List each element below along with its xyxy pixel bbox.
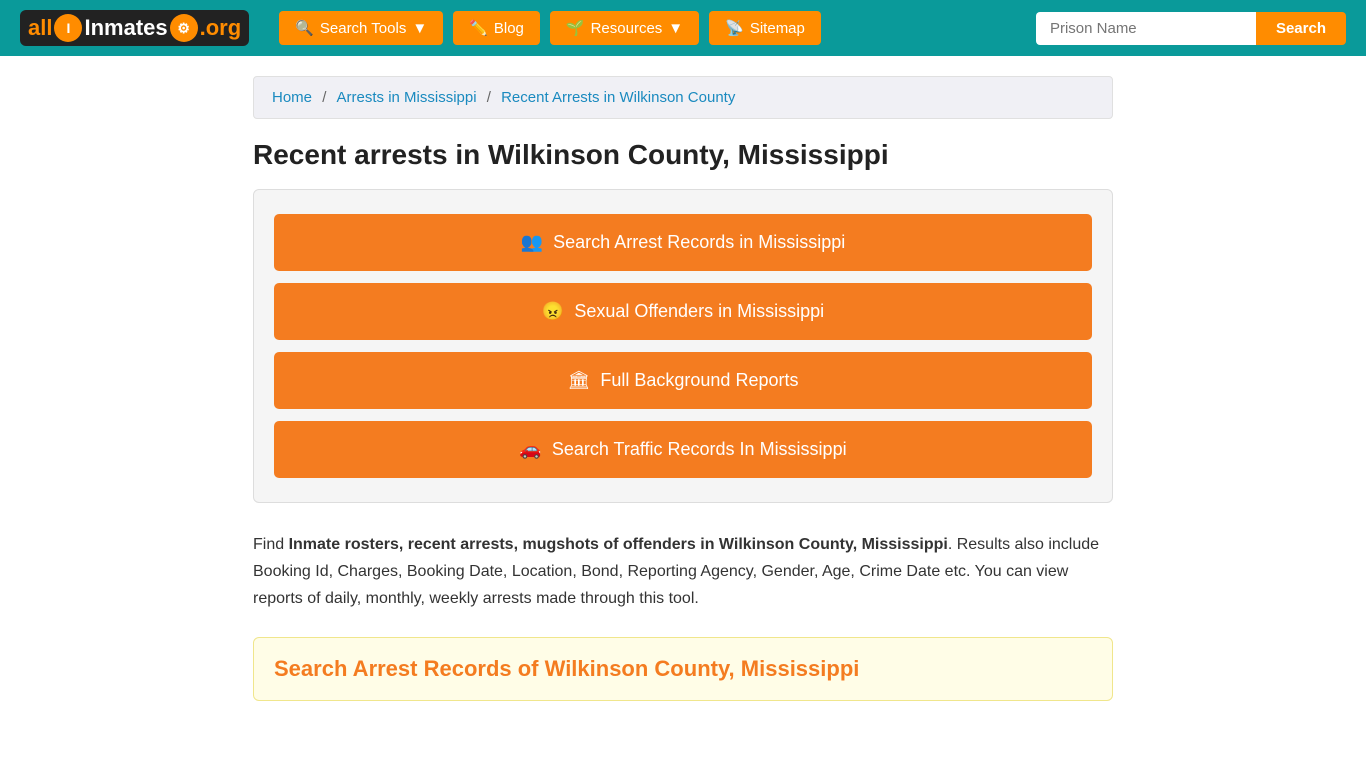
search-tools-icon: 🔍 — [295, 19, 314, 37]
sex-offenders-label: Sexual Offenders in Mississippi — [574, 301, 824, 322]
resources-dropdown-arrow-icon: ▼ — [668, 20, 683, 37]
background-reports-label: Full Background Reports — [600, 370, 798, 391]
background-reports-button[interactable]: 🏛 Full Background Reports — [274, 352, 1092, 409]
nav-blog[interactable]: ✏️ Blog — [453, 11, 540, 45]
logo-text-org: .org — [200, 15, 242, 41]
breadcrumb-arrests-ms[interactable]: Arrests in Mississippi — [337, 89, 477, 106]
sitemap-icon: 📡 — [725, 19, 744, 37]
logo[interactable]: all I Inmates ⚙ .org — [20, 10, 249, 46]
traffic-records-button[interactable]: 🚗 Search Traffic Records In Mississippi — [274, 421, 1092, 478]
prison-search-button[interactable]: Search — [1256, 12, 1346, 45]
breadcrumb-home[interactable]: Home — [272, 89, 312, 106]
resources-icon: 🌱 — [566, 19, 585, 37]
prison-search-input[interactable] — [1036, 12, 1256, 45]
sex-offenders-button[interactable]: 😠 Sexual Offenders in Mississippi — [274, 283, 1092, 340]
search-section-title: Search Arrest Records of Wilkinson Count… — [274, 656, 1092, 682]
traffic-records-label: Search Traffic Records In Mississippi — [552, 439, 847, 460]
logo-icon: I — [54, 14, 82, 42]
nav-sitemap[interactable]: 📡 Sitemap — [709, 11, 821, 45]
search-section: Search Arrest Records of Wilkinson Count… — [253, 637, 1113, 701]
sex-offenders-icon: 😠 — [542, 301, 564, 322]
main-content: Home / Arrests in Mississippi / Recent A… — [233, 56, 1133, 721]
logo-org-icon: ⚙ — [170, 14, 198, 42]
nav-sitemap-label: Sitemap — [750, 20, 805, 37]
nav-search-tools-label: Search Tools — [320, 20, 406, 37]
description-prefix: Find — [253, 536, 289, 553]
background-reports-icon: 🏛 — [568, 370, 591, 391]
arrest-records-button[interactable]: 👥 Search Arrest Records in Mississippi — [274, 214, 1092, 271]
description-bold: Inmate rosters, recent arrests, mugshots… — [289, 536, 948, 553]
header-search-form: Search — [1036, 12, 1346, 45]
action-buttons-box: 👥 Search Arrest Records in Mississippi 😠… — [253, 189, 1113, 503]
nav-resources[interactable]: 🌱 Resources ▼ — [550, 11, 699, 45]
breadcrumb: Home / Arrests in Mississippi / Recent A… — [253, 76, 1113, 119]
breadcrumb-recent-arrests[interactable]: Recent Arrests in Wilkinson County — [501, 89, 735, 106]
logo-text-inmates: Inmates — [84, 15, 167, 41]
nav-search-tools[interactable]: 🔍 Search Tools ▼ — [279, 11, 443, 45]
main-header: all I Inmates ⚙ .org 🔍 Search Tools ▼ ✏️… — [0, 0, 1366, 56]
breadcrumb-separator-2: / — [487, 89, 495, 106]
breadcrumb-separator-1: / — [322, 89, 330, 106]
description-text: Find Inmate rosters, recent arrests, mug… — [253, 531, 1113, 613]
traffic-records-icon: 🚗 — [519, 439, 541, 460]
page-title: Recent arrests in Wilkinson County, Miss… — [253, 139, 1113, 171]
blog-icon: ✏️ — [469, 19, 488, 37]
logo-text-all: all — [28, 15, 52, 41]
arrest-records-label: Search Arrest Records in Mississippi — [553, 232, 845, 253]
dropdown-arrow-icon: ▼ — [412, 20, 427, 37]
nav-resources-label: Resources — [591, 20, 663, 37]
arrest-records-icon: 👥 — [521, 232, 543, 253]
nav-blog-label: Blog — [494, 20, 524, 37]
